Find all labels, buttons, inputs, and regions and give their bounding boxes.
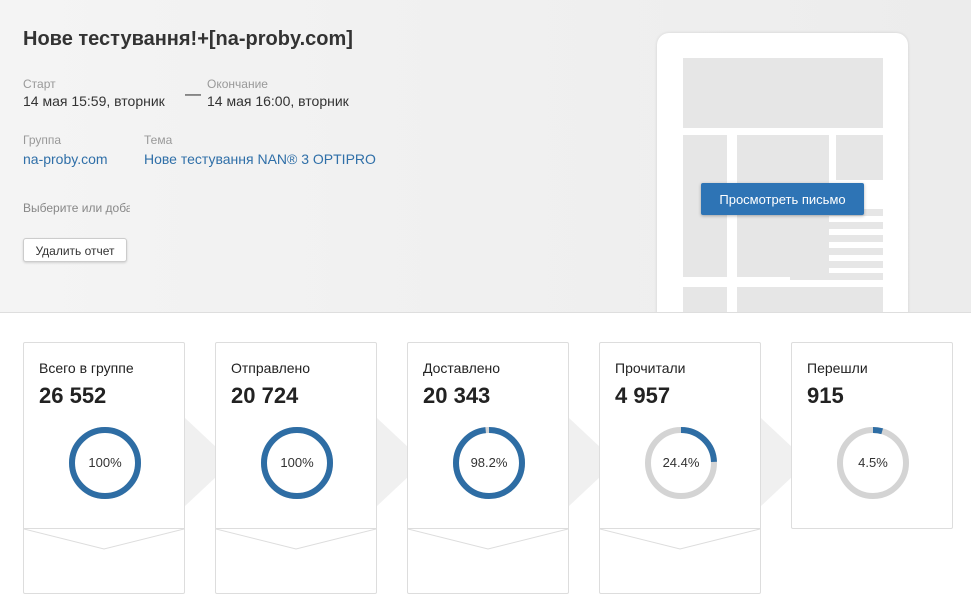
funnel-connector [185,418,217,506]
card-footer [408,528,568,559]
email-preview-thumbnail [657,33,908,312]
delete-report-button[interactable]: Удалить отчет [23,238,127,262]
date-separator: — [185,86,201,103]
card-footer [600,528,760,559]
card-footer [216,528,376,559]
stat-count: 915 [807,383,844,408]
stat-count: 20 724 [231,383,299,408]
group-label: Группа [23,133,62,147]
report-header: Нове тестування!+[na-proby.com] Старт 14… [0,0,971,313]
stat-label: Всего в группе [39,360,134,376]
funnel-connector [569,418,601,506]
stat-card-delivered: Доставлено 20 343 98.2% [407,342,569,594]
end-value: 14 мая 16:00, вторник [207,93,349,109]
subject-label: Тема [144,133,173,147]
card-footer [24,528,184,559]
end-label: Окончание [207,77,268,91]
view-email-button[interactable]: Просмотреть письмо [701,183,864,215]
start-value: 14 мая 15:59, вторник [23,93,165,109]
stat-label: Доставлено [423,360,501,376]
stat-percent: 100% [280,455,314,470]
stat-label: Перешли [807,360,868,376]
group-link[interactable]: na-proby.com [23,151,108,167]
stat-label: Прочитали [615,360,686,376]
stat-percent: 100% [88,455,122,470]
stat-count: 4 957 [615,383,671,408]
stat-percent: 24.4% [662,455,700,470]
stat-card-total: Всего в группе 26 552 100% [23,342,185,594]
stat-count: 26 552 [39,383,107,408]
stat-card-read: Прочитали 4 957 24.4% [599,342,761,594]
subject-link[interactable]: Нове тестування NAN® 3 OPTIPRO [144,151,376,167]
stat-card-clicked: Перешли 915 4.5% [791,342,953,529]
report-title: Нове тестування!+[na-proby.com] [23,28,353,50]
stat-percent: 98.2% [470,455,508,470]
stat-label: Отправлено [231,360,311,376]
stat-card-sent: Отправлено 20 724 100% [215,342,377,594]
tag-select-input[interactable]: Выберите или добавьте [23,201,130,215]
stat-percent: 4.5% [858,455,888,470]
funnel-connector [761,418,793,506]
start-label: Старт [23,77,56,91]
stat-count: 20 343 [423,383,491,408]
funnel-connector [377,418,409,506]
